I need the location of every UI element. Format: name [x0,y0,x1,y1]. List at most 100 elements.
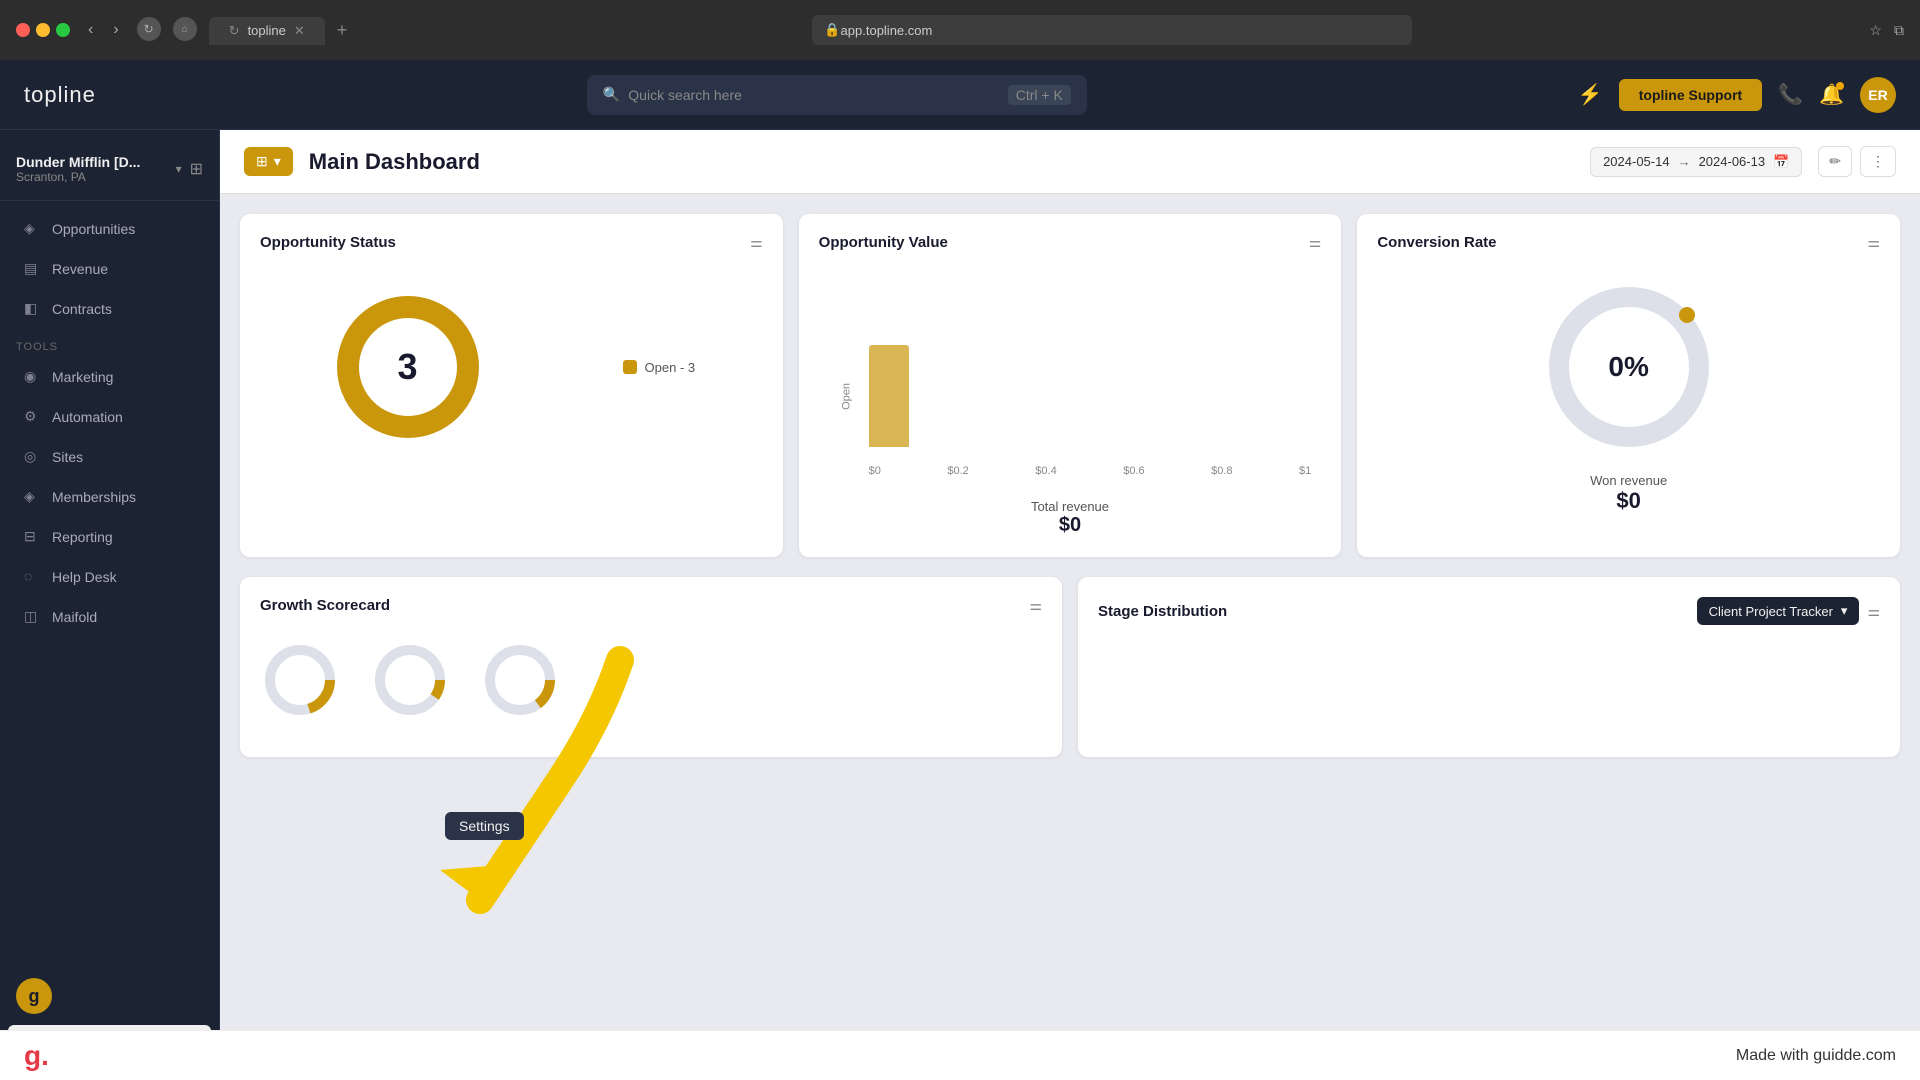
support-button[interactable]: topline Support [1619,79,1762,111]
lightning-icon-button[interactable]: ⚡ [1578,82,1603,107]
address-text: app.topline.com [841,23,933,38]
search-bar[interactable]: 🔍 Quick search here Ctrl + K [587,75,1087,115]
sidebar-item-label: Contracts [52,301,112,317]
marketing-icon: ◉ [24,368,42,386]
sidebar-item-reporting[interactable]: ⊟ Reporting [8,518,211,556]
sidebar-item-label: Opportunities [52,221,135,237]
widget-header-opportunity-value: Opportunity Value ⚌ [819,234,1322,251]
filter-icon-stage[interactable]: ⚌ [1867,603,1880,620]
browser-tab-title: topline [248,23,286,38]
gauge-chart: 0% [1539,277,1719,457]
settings-tooltip: Settings [445,812,524,840]
sidebar-item-helpdesk[interactable]: ◌ Help Desk [8,558,211,596]
date-range[interactable]: 2024-05-14 → 2024-06-13 📅 [1590,147,1802,177]
logo: topline [24,82,96,108]
browser-dots [16,23,70,37]
sidebar-item-contracts[interactable]: ◧ Contracts [8,290,211,328]
sidebar-item-label: Marketing [52,369,113,385]
company-selector[interactable]: Dunder Mifflin [D... Scranton, PA ▾ ⊞ [0,146,219,201]
sites-icon: ◎ [24,448,42,466]
grid-icon: ⊞ [256,153,268,170]
sidebar-item-revenue[interactable]: ▤ Revenue [8,250,211,288]
date-arrow-icon: → [1678,154,1691,169]
filter-icon-opportunity-status[interactable]: ⚌ [750,234,763,251]
sidebar-item-sites[interactable]: ◎ Sites [8,438,211,476]
chevron-down-icon: ▾ [1841,603,1848,619]
sidebar-item-label: Help Desk [52,569,117,585]
browser-tab-area: ↻ topline ✕ + [209,16,356,45]
sidebar-item-marketing[interactable]: ◉ Marketing [8,358,211,396]
x-label-4: $0.8 [1211,465,1232,477]
x-label-1: $0.2 [947,465,968,477]
dashboard-view-toggle[interactable]: ⊞ ▾ [244,147,293,176]
minimize-dot[interactable] [36,23,50,37]
gauge-label: 0% [1608,351,1648,383]
widget-title-opportunity-value: Opportunity Value [819,234,948,251]
conversion-chart-container: 0% Won revenue $0 [1377,267,1880,524]
revenue-icon: ▤ [24,260,42,278]
sidebar-item-maifold[interactable]: ◫ Maifold [8,598,211,636]
sidebar-item-label: Revenue [52,261,108,277]
maifold-icon: ◫ [24,608,42,626]
memberships-icon: ◈ [24,488,42,506]
widget-opportunity-value: Opportunity Value ⚌ Open $0 $0.2 [799,214,1342,557]
mini-chart-3 [480,640,560,720]
dashboard-title: Main Dashboard [309,149,1574,175]
stage-controls: Client Project Tracker ▾ ⚌ [1697,597,1880,625]
browser-tab[interactable]: ↻ topline ✕ [209,17,325,45]
notification-bell-button[interactable]: 🔔 [1819,82,1844,107]
won-revenue-value: $0 [1590,488,1667,514]
close-dot[interactable] [16,23,30,37]
contracts-icon: ◧ [24,300,42,318]
tools-label: Tools [0,329,219,357]
new-tab-button[interactable]: + [329,16,356,45]
app-layout: Dunder Mifflin [D... Scranton, PA ▾ ⊞ ◈ … [0,130,1920,1080]
helpdesk-icon: ◌ [24,568,42,586]
filter-icon-opportunity-value[interactable]: ⚌ [1309,234,1322,251]
company-location: Scranton, PA [16,170,140,184]
mini-donut-svg-1 [260,640,340,720]
edit-button[interactable]: ✏ [1818,146,1852,177]
back-button[interactable]: ‹ [82,17,99,43]
widget-header-stage: Stage Distribution Client Project Tracke… [1098,597,1880,625]
header-actions: ✏ ⋮ [1818,146,1896,177]
widget-stage-distribution: Stage Distribution Client Project Tracke… [1078,577,1900,757]
legend-color-open [623,360,637,374]
donut-chart-container: 3 Open - 3 [260,267,763,467]
dashboard-grid-row2: Growth Scorecard ⚌ [220,577,1920,777]
client-project-tracker-dropdown[interactable]: Client Project Tracker ▾ [1697,597,1860,625]
phone-icon-button[interactable]: 📞 [1778,82,1803,107]
filter-icon-growth[interactable]: ⚌ [1029,597,1042,614]
reload-button[interactable]: ↻ [137,17,161,41]
extensions-icon[interactable]: ⧉ [1894,22,1904,39]
home-button[interactable]: ⌂ [173,17,197,41]
x-axis-labels: $0 $0.2 $0.4 $0.6 $0.8 $1 [869,465,1312,477]
browser-nav: ‹ › ↻ ⌂ [82,17,197,43]
sidebar: Dunder Mifflin [D... Scranton, PA ▾ ⊞ ◈ … [0,130,220,1080]
y-axis-label: Open [840,383,852,410]
sidebar-item-opportunities[interactable]: ◈ Opportunities [8,210,211,248]
forward-button[interactable]: › [107,17,124,43]
sidebar-item-label: Automation [52,409,123,425]
widget-opportunity-status: Opportunity Status ⚌ 3 Open - 3 [240,214,783,557]
x-label-0: $0 [869,465,881,477]
layout-toggle-button[interactable]: ⊞ [190,159,203,179]
star-icon[interactable]: ☆ [1869,22,1882,39]
reporting-icon: ⊟ [24,528,42,546]
widget-title-stage: Stage Distribution [1098,603,1227,620]
more-options-button[interactable]: ⋮ [1860,146,1896,177]
browser-tab-reload: ↻ [229,23,240,39]
address-bar[interactable]: 🔒 app.topline.com [812,15,1412,45]
avatar[interactable]: ER [1860,77,1896,113]
nav-icons: ⚡ topline Support 📞 🔔 ER [1578,77,1896,113]
browser-chrome: ‹ › ↻ ⌂ ↻ topline ✕ + 🔒 app.topline.com … [0,0,1920,60]
sidebar-item-automation[interactable]: ⚙ Automation [8,398,211,436]
browser-tab-close[interactable]: ✕ [294,23,305,39]
filter-icon-conversion-rate[interactable]: ⚌ [1867,234,1880,251]
sidebar-item-label: Maifold [52,609,97,625]
sidebar-item-memberships[interactable]: ◈ Memberships [8,478,211,516]
total-revenue-label: Total revenue [819,499,1322,514]
g-icon: g [16,978,52,1014]
browser-icons-right: ☆ ⧉ [1869,22,1904,39]
maximize-dot[interactable] [56,23,70,37]
